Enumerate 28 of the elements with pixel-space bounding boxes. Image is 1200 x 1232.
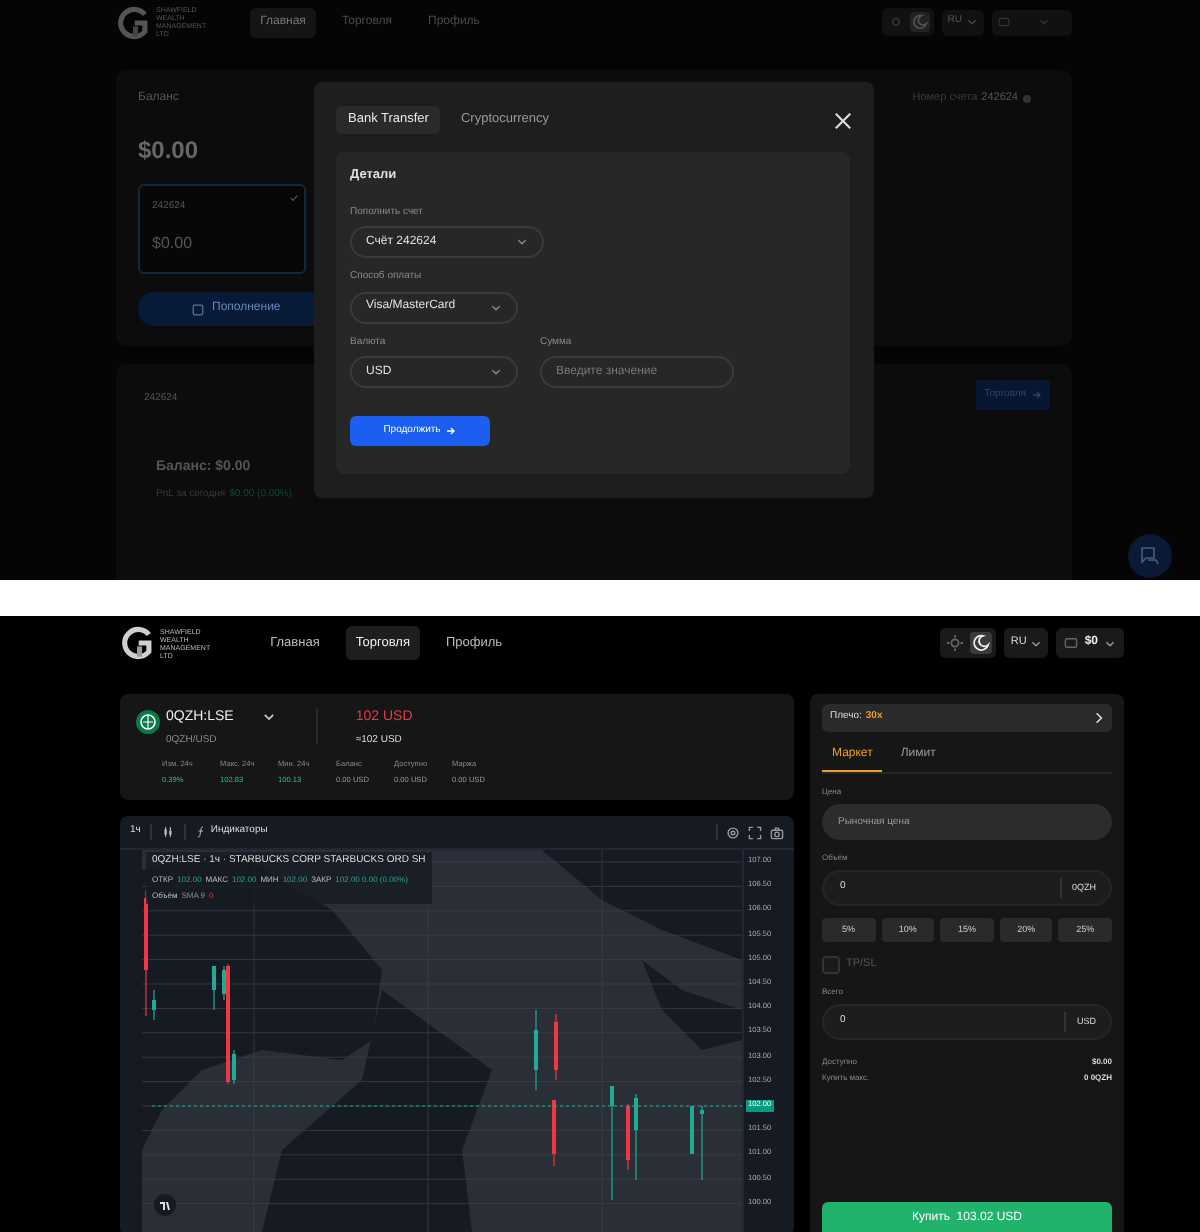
- wallet-icon: [1064, 636, 1079, 650]
- logo-icon: [116, 5, 150, 39]
- arrow-right-icon: [1032, 390, 1042, 400]
- wallet-icon: [998, 16, 1010, 28]
- chevron-down-icon: [1038, 16, 1050, 28]
- chevron-down-icon: [490, 366, 502, 379]
- close-icon: [834, 112, 852, 130]
- chevron-down-icon: [966, 16, 978, 28]
- candles-icon[interactable]: [162, 826, 175, 838]
- chevron-down-icon: [490, 301, 502, 314]
- tv-logo-icon: [159, 1201, 171, 1209]
- chevron-down-icon: [1104, 637, 1116, 649]
- chat-icon: [1140, 546, 1160, 566]
- chevron-right-icon: [1094, 712, 1104, 724]
- card-icon: [192, 303, 204, 315]
- tpsl-checkbox[interactable]: [822, 956, 840, 974]
- balance-amount: $0.00: [138, 134, 201, 168]
- account-balance: $0.00: [152, 231, 195, 255]
- chevron-down-icon[interactable]: [261, 710, 276, 724]
- camera-icon[interactable]: [770, 825, 784, 839]
- settings-icon[interactable]: [726, 825, 740, 839]
- chevron-down-icon: [1030, 637, 1043, 649]
- fullscreen-icon[interactable]: [748, 825, 762, 839]
- check-icon: [290, 194, 298, 202]
- function-icon: [196, 826, 207, 838]
- arrow-right-icon: [446, 426, 457, 437]
- logo-icon: [120, 626, 154, 660]
- chevron-down-icon: [516, 236, 528, 249]
